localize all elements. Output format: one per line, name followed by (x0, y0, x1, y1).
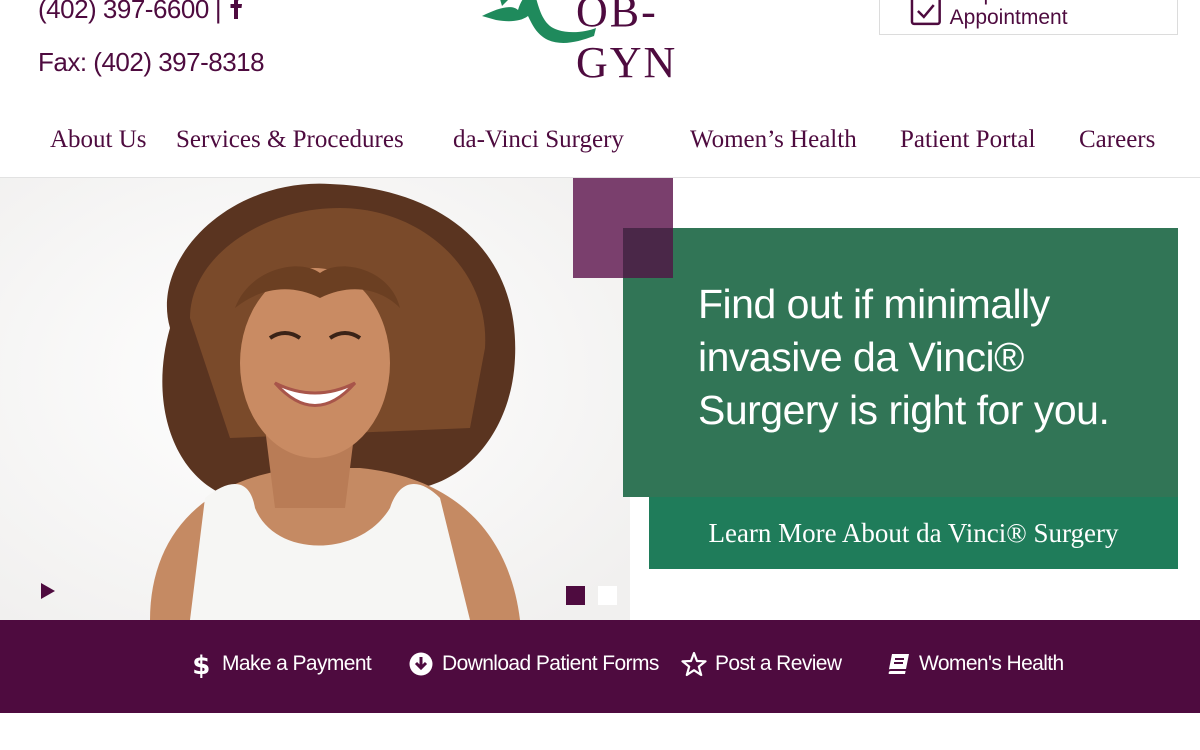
dollar-icon: $ (192, 651, 210, 678)
download-forms-label: Download Patient Forms (442, 652, 659, 675)
make-payment-link[interactable]: $ Make a Payment (188, 650, 372, 678)
site-header: (402) 397-6600 | Fax: (402) 397-8318 OB-… (0, 0, 1200, 178)
download-circle-icon (409, 652, 433, 676)
slide-dot-1[interactable] (566, 586, 585, 605)
calendar-check-icon (910, 0, 941, 25)
nav-item-about-us[interactable]: About Us (50, 126, 147, 154)
post-review-link[interactable]: Post a Review (681, 650, 842, 678)
main-nav: About Us Services & Procedures da-Vinci … (0, 126, 1200, 158)
nav-item-patient-portal[interactable]: Patient Portal (900, 126, 1035, 154)
quick-links-bar: $ Make a Payment Download Patient Forms … (0, 620, 1200, 713)
svg-text:$: $ (192, 651, 210, 678)
play-icon[interactable] (38, 581, 58, 601)
learn-more-da-vinci-button[interactable]: Learn More About da Vinci® Surgery (649, 497, 1178, 569)
slide-dot-2[interactable] (598, 586, 617, 605)
logo-text: OB-GYN (576, 0, 678, 87)
request-appointment-button[interactable]: Request an Appointment (879, 0, 1178, 35)
facebook-icon[interactable] (229, 0, 243, 19)
request-appointment-label: Request an Appointment (949, 0, 1068, 29)
decorative-square-overlap (623, 228, 673, 278)
hero-photo (0, 178, 630, 620)
phone-number[interactable]: (402) 397-6600 (38, 0, 209, 25)
post-review-label: Post a Review (715, 652, 842, 675)
site-logo[interactable]: OB-GYN (478, 0, 758, 87)
make-payment-label: Make a Payment (222, 652, 372, 675)
nav-item-careers[interactable]: Careers (1079, 126, 1155, 154)
star-icon (681, 651, 707, 677)
book-icon (886, 654, 909, 675)
hero-slider: Find out if minimally invasive da Vinci®… (0, 178, 1200, 620)
womens-health-link[interactable]: Women's Health (885, 650, 1064, 678)
download-forms-link[interactable]: Download Patient Forms (408, 650, 659, 678)
contact-info: (402) 397-6600 | Fax: (402) 397-8318 (38, 0, 265, 78)
phone-separator: | (214, 0, 222, 24)
nav-item-da-vinci[interactable]: da-Vinci Surgery (453, 126, 624, 154)
womens-health-label: Women's Health (919, 652, 1064, 675)
nav-item-womens-health[interactable]: Women’s Health (690, 126, 857, 154)
fax-number: Fax: (402) 397-8318 (38, 47, 265, 77)
hero-headline: Find out if minimally invasive da Vinci®… (698, 281, 1110, 433)
nav-item-services[interactable]: Services & Procedures (176, 126, 404, 154)
phone-line: (402) 397-6600 | (38, 0, 264, 28)
